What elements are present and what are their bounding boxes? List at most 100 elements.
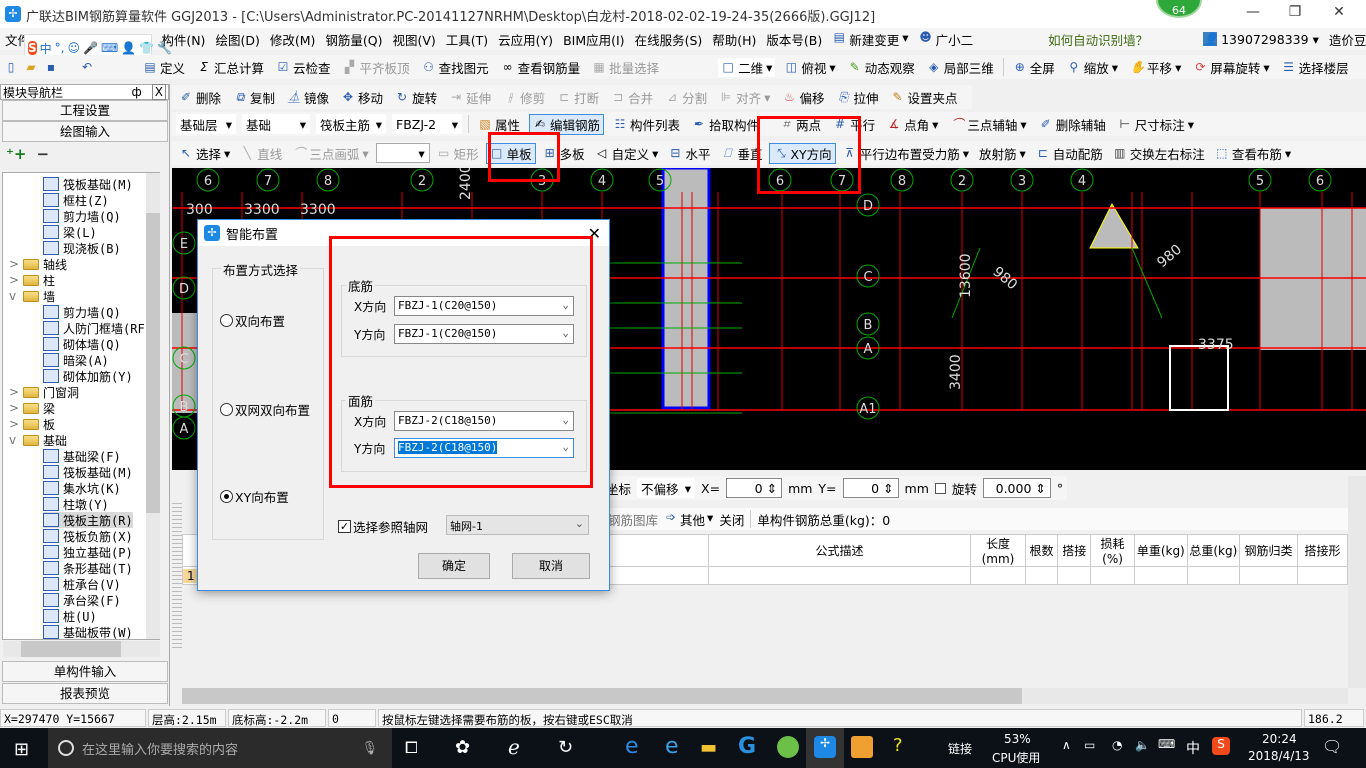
table-horizontal-scrollbar[interactable] <box>182 688 1348 704</box>
ime-punct-toggle[interactable]: °, <box>55 41 65 55</box>
green-app-icon[interactable] <box>777 736 799 758</box>
view-mode-dropdown[interactable]: □ 二维 ▾ <box>718 57 776 77</box>
component-list-button[interactable]: ☷ 构件列表 <box>610 115 683 134</box>
menu-cloud[interactable]: 云应用(Y) <box>498 30 553 49</box>
help-link[interactable]: 如何自动识别墙？ <box>1048 30 1148 49</box>
ime-indicator[interactable]: 中 <box>1186 738 1200 758</box>
select-floor-button[interactable]: ☰ 选择楼层 <box>1279 58 1352 77</box>
tree-item[interactable]: > 门窗洞 <box>9 384 79 400</box>
table-header-cell[interactable]: 钢筋归类 <box>1239 534 1298 567</box>
wifi-icon[interactable]: ◔ <box>1112 738 1122 752</box>
auto-rebar-button[interactable]: ⊏ 自动配筋 <box>1033 144 1106 163</box>
extend-button[interactable]: ⇥ 延伸 <box>446 88 494 107</box>
panel-grip[interactable] <box>172 500 182 650</box>
table-cell[interactable] <box>1239 566 1298 585</box>
new-change-button[interactable]: ▤ 新建变更 ▾ <box>832 30 909 49</box>
table-cell[interactable] <box>1024 566 1059 585</box>
rotate-angle-input[interactable]: 0.000 ⇕ <box>982 478 1051 498</box>
tree-item[interactable]: > 梁 <box>9 400 55 416</box>
notification-icon[interactable]: 🗨 <box>1322 737 1342 756</box>
tree-item[interactable]: 基础梁(F) <box>43 448 121 464</box>
offset-button[interactable]: ♨ 偏移 <box>779 88 827 107</box>
horizontal-button[interactable]: ⊟ 水平 <box>665 144 713 163</box>
tree-item[interactable]: 砌体加筋(Y) <box>43 368 133 384</box>
ie-icon[interactable]: ℯ <box>508 735 520 759</box>
new-file-icon[interactable]: ▯ <box>4 60 18 74</box>
table-cell[interactable] <box>1134 566 1188 585</box>
ref-grid-select[interactable]: 轴网-1 ⌄ <box>446 515 589 535</box>
merge-button[interactable]: ⊐ 合并 <box>608 88 656 107</box>
double-net-radio[interactable]: 双网双向布置 <box>220 400 310 419</box>
touch-keyboard-icon[interactable]: ⌨ <box>1158 737 1175 751</box>
chevron-right-icon[interactable]: > <box>9 257 19 271</box>
link-toolbar[interactable]: 链接 <box>948 740 972 757</box>
tree-item[interactable]: 基础板带(W) <box>43 624 133 639</box>
custom-button[interactable]: ◁ 自定义 ▾ <box>592 144 662 163</box>
table-header-cell[interactable]: 搭接形 <box>1296 534 1349 567</box>
close-panel-button[interactable]: 关闭 <box>719 510 744 529</box>
mirror-button[interactable]: ⏅ 镜像 <box>284 88 332 107</box>
user-account[interactable]: 👤 13907298339 ▾ <box>1203 31 1319 47</box>
tree-item[interactable]: 筏板主筋(R) <box>43 512 133 528</box>
tree-item[interactable]: 条形基础(T) <box>43 560 133 576</box>
menu-tools[interactable]: 工具(T) <box>446 30 488 49</box>
notes-app-icon[interactable] <box>851 736 873 758</box>
settings-wrench-icon[interactable]: 🔧 <box>157 41 172 55</box>
tree-item[interactable]: 承台梁(F) <box>43 592 121 608</box>
properties-button[interactable]: ▧ 属性 <box>475 115 523 134</box>
tree-item[interactable]: > 板 <box>9 416 55 432</box>
batch-select-button[interactable]: ▦ 批量选择 <box>589 58 662 77</box>
tree-item[interactable]: 人防门框墙(RF <box>43 320 145 336</box>
rotate-checkbox[interactable] <box>934 482 946 494</box>
chevron-down-icon[interactable]: v <box>9 433 19 447</box>
tree-item[interactable]: 筏板负筋(X) <box>43 528 133 544</box>
tree-item[interactable]: 独立基础(P) <box>43 544 133 560</box>
cloud-check-button[interactable]: ☑ 云检查 <box>273 58 334 77</box>
menu-draw[interactable]: 绘图(D) <box>215 30 259 49</box>
break-button[interactable]: ⊏ 打断 <box>554 88 602 107</box>
nav-close-button[interactable]: X <box>151 84 166 100</box>
pin-icon[interactable]: ф <box>132 85 142 99</box>
menu-rebar[interactable]: 钢筋量(Q) <box>325 30 382 49</box>
chevron-right-icon[interactable]: > <box>9 417 19 431</box>
component-name-select[interactable]: FBZJ-2 ▾ <box>392 114 462 134</box>
clock-time[interactable]: 20:24 <box>1262 732 1297 746</box>
table-header-cell[interactable]: 单重(kg) <box>1134 534 1188 567</box>
menu-online[interactable]: 在线服务(S) <box>635 30 703 49</box>
undo-icon[interactable]: ↶ <box>80 60 94 74</box>
taskbar-search[interactable]: 在这里输入你要搜索的内容 🎙 <box>48 728 392 768</box>
table-cell[interactable] <box>1296 566 1349 585</box>
edge-icon[interactable]: e <box>625 734 639 759</box>
skin-icon[interactable]: 👕 <box>139 41 154 55</box>
rectangle-button[interactable]: ▭ 矩形 <box>434 144 482 163</box>
show-hidden-icons-icon[interactable]: ∧ <box>1062 738 1071 752</box>
trim-button[interactable]: ⫲ 修剪 <box>500 88 548 107</box>
minimize-button[interactable]: — <box>1238 4 1268 20</box>
view-rebar-layout-button[interactable]: ⬚ 查看布筋 ▾ <box>1212 144 1294 163</box>
menu-help[interactable]: 帮助(H) <box>712 30 756 49</box>
ggj-app-icon[interactable]: ✢ <box>806 728 844 768</box>
power-icon[interactable]: ▭ <box>1084 738 1095 752</box>
calculate-button[interactable]: Σ 汇总计算 <box>194 58 267 77</box>
tree-item[interactable]: 梁(L) <box>43 224 97 240</box>
menu-view[interactable]: 视图(V) <box>392 30 435 49</box>
fan-app-icon[interactable]: ✿ <box>455 737 470 758</box>
zoom-button[interactable]: ⚲ 缩放 ▾ <box>1064 58 1121 77</box>
delete-axis-button[interactable]: ✐ 删除辅轴 <box>1036 115 1109 134</box>
three-point-axis-button[interactable]: ⌒ 三点辅轴 ▾ <box>947 115 1029 134</box>
define-button[interactable]: ▤ 定义 <box>140 58 188 77</box>
menu-modify[interactable]: 修改(M) <box>270 30 316 49</box>
arc-option-select[interactable]: ▾ <box>375 143 430 163</box>
ref-grid-checkbox[interactable]: ✓ 选择参照轴网 <box>338 517 428 536</box>
align-button[interactable]: ⊫ 对齐 ▾ <box>716 88 773 107</box>
local-3d-button[interactable]: ◈ 局部三维 <box>924 58 997 77</box>
tree-item[interactable]: 砌体墙(Q) <box>43 336 121 352</box>
browser-g-icon[interactable]: ↻ <box>558 737 573 758</box>
menu-bim[interactable]: BIM应用(I) <box>563 30 625 49</box>
floor-select[interactable]: 基础层 ▾ <box>176 114 236 134</box>
report-preview-tab[interactable]: 报表预览 <box>2 683 168 704</box>
pan-button[interactable]: ✋ 平移 ▾ <box>1127 58 1184 77</box>
close-button[interactable]: ✕ <box>1324 4 1354 20</box>
rebar-library-button[interactable]: 钢筋图库 <box>608 510 658 529</box>
table-header-cell[interactable]: 公式描述 <box>707 534 972 567</box>
